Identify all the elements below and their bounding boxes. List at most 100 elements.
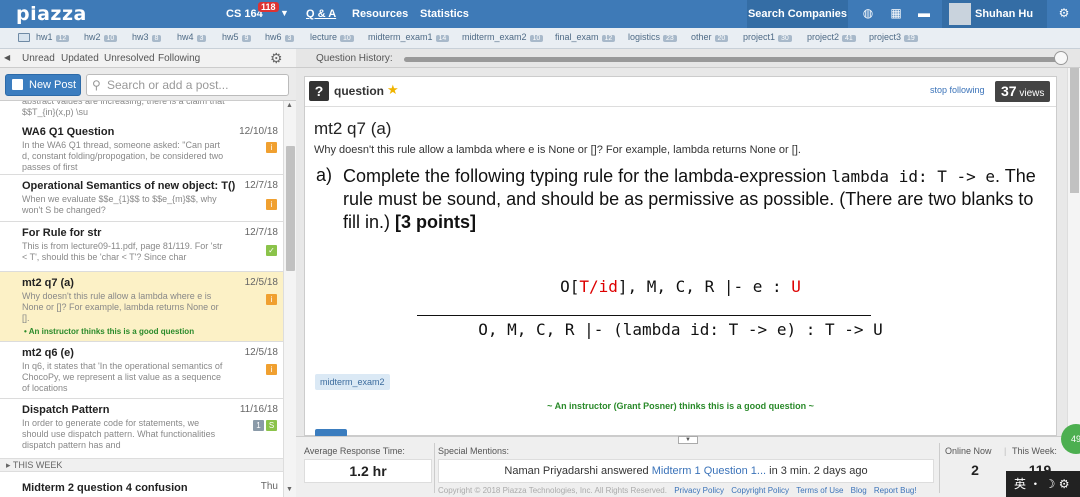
history-slider-track[interactable] — [404, 57, 1064, 62]
question-icon: ? — [309, 81, 329, 101]
folder-final-exam[interactable]: final_exam 12 — [555, 32, 616, 42]
folder-hw1[interactable]: hw1 12 — [36, 32, 70, 42]
divider — [939, 443, 940, 493]
collapse-left-icon[interactable]: ◀ — [4, 53, 10, 62]
blog-link[interactable]: Blog — [851, 486, 867, 495]
filter-unread[interactable]: Unread — [22, 53, 55, 64]
post-snippet: In the WA6 Q1 thread, someone asked: "Ca… — [22, 140, 224, 172]
folder-project3[interactable]: project3 19 — [869, 32, 918, 42]
nav-qa[interactable]: Q & A — [306, 8, 336, 20]
typing-rule-bar — [417, 315, 871, 316]
feed-scrollbar[interactable]: ▲ ▼ — [283, 101, 296, 497]
tag-midterm-exam2[interactable]: midterm_exam2 — [315, 374, 390, 390]
new-post-icon — [12, 79, 23, 90]
folder-midterm-exam1[interactable]: midterm_exam1 14 — [368, 32, 450, 42]
folder-logistics[interactable]: logistics 23 — [628, 32, 677, 42]
globe-icon[interactable]: ◍ — [861, 6, 875, 20]
filter-unresolved[interactable]: Unresolved — [104, 53, 155, 64]
list-item[interactable]: WA6 Q1 Question 12/10/18 In the WA6 Q1 t… — [0, 121, 283, 175]
copyright-policy-link[interactable]: Copyright Policy — [731, 486, 789, 495]
terms-link[interactable]: Terms of Use — [796, 486, 843, 495]
star-icon[interactable]: ★ — [387, 82, 399, 98]
post-title: mt2 q7 (a) — [22, 277, 74, 289]
post-date: 12/7/18 — [244, 180, 278, 191]
folder-bar: hw1 12 hw2 10 hw3 8 hw4 3 hw5 9 hw6 3 lecture 1… — [0, 28, 1080, 49]
ime-toolbar[interactable]: 英 ・ ☽ ⚙ — [1006, 471, 1080, 497]
online-now-value: 2 — [971, 462, 979, 478]
answer-count-badge: 1 — [253, 420, 264, 431]
post-snippet: In order to generate code for statements… — [22, 418, 216, 450]
list-item[interactable]: For Rule for str 12/7/18 This is from le… — [0, 222, 283, 272]
feed-scroll-thumb[interactable] — [286, 146, 295, 271]
post-snippet: This is from lecture09-11.pdf, page 81/1… — [22, 241, 223, 262]
post-date: Thu — [260, 481, 278, 492]
post-title: Operational Semantics of new object: T() — [22, 180, 236, 192]
calendar-icon[interactable]: ▦ — [889, 6, 903, 20]
new-post-button[interactable]: New Post — [5, 74, 81, 96]
folder-midterm-exam2[interactable]: midterm_exam2 10 — [462, 32, 544, 42]
chevron-down-icon[interactable]: ▼ — [280, 8, 289, 18]
folder-hw5[interactable]: hw5 9 — [222, 32, 252, 42]
post-snippet: When we evaluate $$e_{1}$$ to $$e_{m}$$,… — [22, 194, 217, 215]
report-bug-link[interactable]: Report Bug! — [874, 486, 917, 495]
special-mention: Naman Priyadarshi answered Midterm 1 Que… — [438, 459, 934, 483]
question-title: mt2 q7 (a) — [314, 119, 392, 138]
search-companies-button[interactable]: Search Companies — [747, 0, 848, 28]
history-slider-handle[interactable] — [1054, 51, 1068, 65]
post-date: 12/5/18 — [244, 347, 278, 358]
list-item[interactable]: mt2 q6 (e) 12/5/18 In q6, it states that… — [0, 342, 283, 399]
info-icon: i — [266, 294, 277, 305]
main-scrollbar[interactable] — [1067, 68, 1080, 436]
scroll-down-icon[interactable]: ▼ — [286, 486, 293, 493]
avg-response-value: 1.2 hr — [304, 459, 432, 483]
folder-hw6[interactable]: hw6 3 — [265, 32, 295, 42]
info-icon: i — [266, 142, 277, 153]
piazza-logo[interactable]: piazza — [16, 3, 87, 25]
post-title: For Rule for str — [22, 227, 102, 239]
list-item[interactable]: Midterm 2 question 4 confusion Thu — [0, 473, 283, 497]
folder-lecture[interactable]: lecture 10 — [310, 32, 354, 42]
main-content: ? question ★ stop following 37 views mt2… — [296, 68, 1067, 437]
folder-project1[interactable]: project1 30 — [743, 32, 792, 42]
scroll-up-icon[interactable]: ▲ — [286, 102, 293, 109]
nav-resources[interactable]: Resources — [352, 8, 408, 20]
post-date: 11/16/18 — [239, 404, 278, 415]
post-date: 12/10/18 — [239, 126, 278, 137]
user-menu[interactable]: Shuhan Hu — [942, 0, 1047, 28]
filter-following[interactable]: Following — [158, 53, 200, 64]
folder-project2[interactable]: project2 41 — [807, 32, 856, 42]
chevron-down-icon[interactable]: ▼ — [678, 436, 698, 444]
folder-hw2[interactable]: hw2 10 — [84, 32, 118, 42]
stop-following-link[interactable]: stop following — [930, 85, 985, 95]
online-now-label: Online Now — [945, 446, 992, 456]
divider: | — [1004, 446, 1007, 456]
week-separator[interactable]: ▸ THIS WEEK — [0, 458, 283, 472]
gear-icon[interactable]: ⚙ — [1057, 6, 1071, 20]
special-mentions-label: Special Mentions: — [438, 446, 510, 456]
search-input[interactable]: ⚲ Search or add a post... — [86, 74, 289, 96]
student-answer-icon: S — [266, 420, 277, 431]
privacy-policy-link[interactable]: Privacy Policy — [674, 486, 724, 495]
folder-icon[interactable] — [18, 33, 30, 42]
main-scroll-thumb[interactable] — [1070, 68, 1079, 193]
question-card: ? question ★ stop following 37 views mt2… — [304, 76, 1057, 437]
feed-toolbar: New Post ⚲ Search or add a post... — [0, 68, 296, 101]
post-snippet: In q6, it states that 'In the operationa… — [22, 361, 223, 393]
list-item[interactable]: Dispatch Pattern 11/16/18 In order to ge… — [0, 399, 283, 455]
typing-rule-conclusion: O, M, C, R |- (lambda id: T -> e) : T ->… — [478, 320, 883, 339]
course-notification-badge: 118 — [258, 2, 279, 12]
list-item-selected[interactable]: mt2 q7 (a) 12/5/18 Why doesn't this rule… — [0, 272, 283, 342]
instructor-endorsement: • An instructor thinks this is a good qu… — [24, 327, 195, 336]
nav-statistics[interactable]: Statistics — [420, 8, 469, 20]
divider — [434, 443, 435, 493]
folder-hw3[interactable]: hw3 8 — [132, 32, 162, 42]
instructor-endorsement: ~ An instructor (Grant Posner) thinks th… — [547, 401, 814, 411]
list-item[interactable]: Operational Semantics of new object: T()… — [0, 175, 283, 222]
chat-icon[interactable]: ▬ — [917, 6, 931, 20]
folder-hw4[interactable]: hw4 3 — [177, 32, 207, 42]
mention-link[interactable]: Midterm 1 Question 1... — [652, 465, 766, 477]
folder-other[interactable]: other 20 — [691, 32, 729, 42]
gear-icon[interactable]: ⚙ — [270, 50, 283, 67]
user-name: Shuhan Hu — [975, 8, 1034, 20]
filter-updated[interactable]: Updated — [61, 53, 99, 64]
